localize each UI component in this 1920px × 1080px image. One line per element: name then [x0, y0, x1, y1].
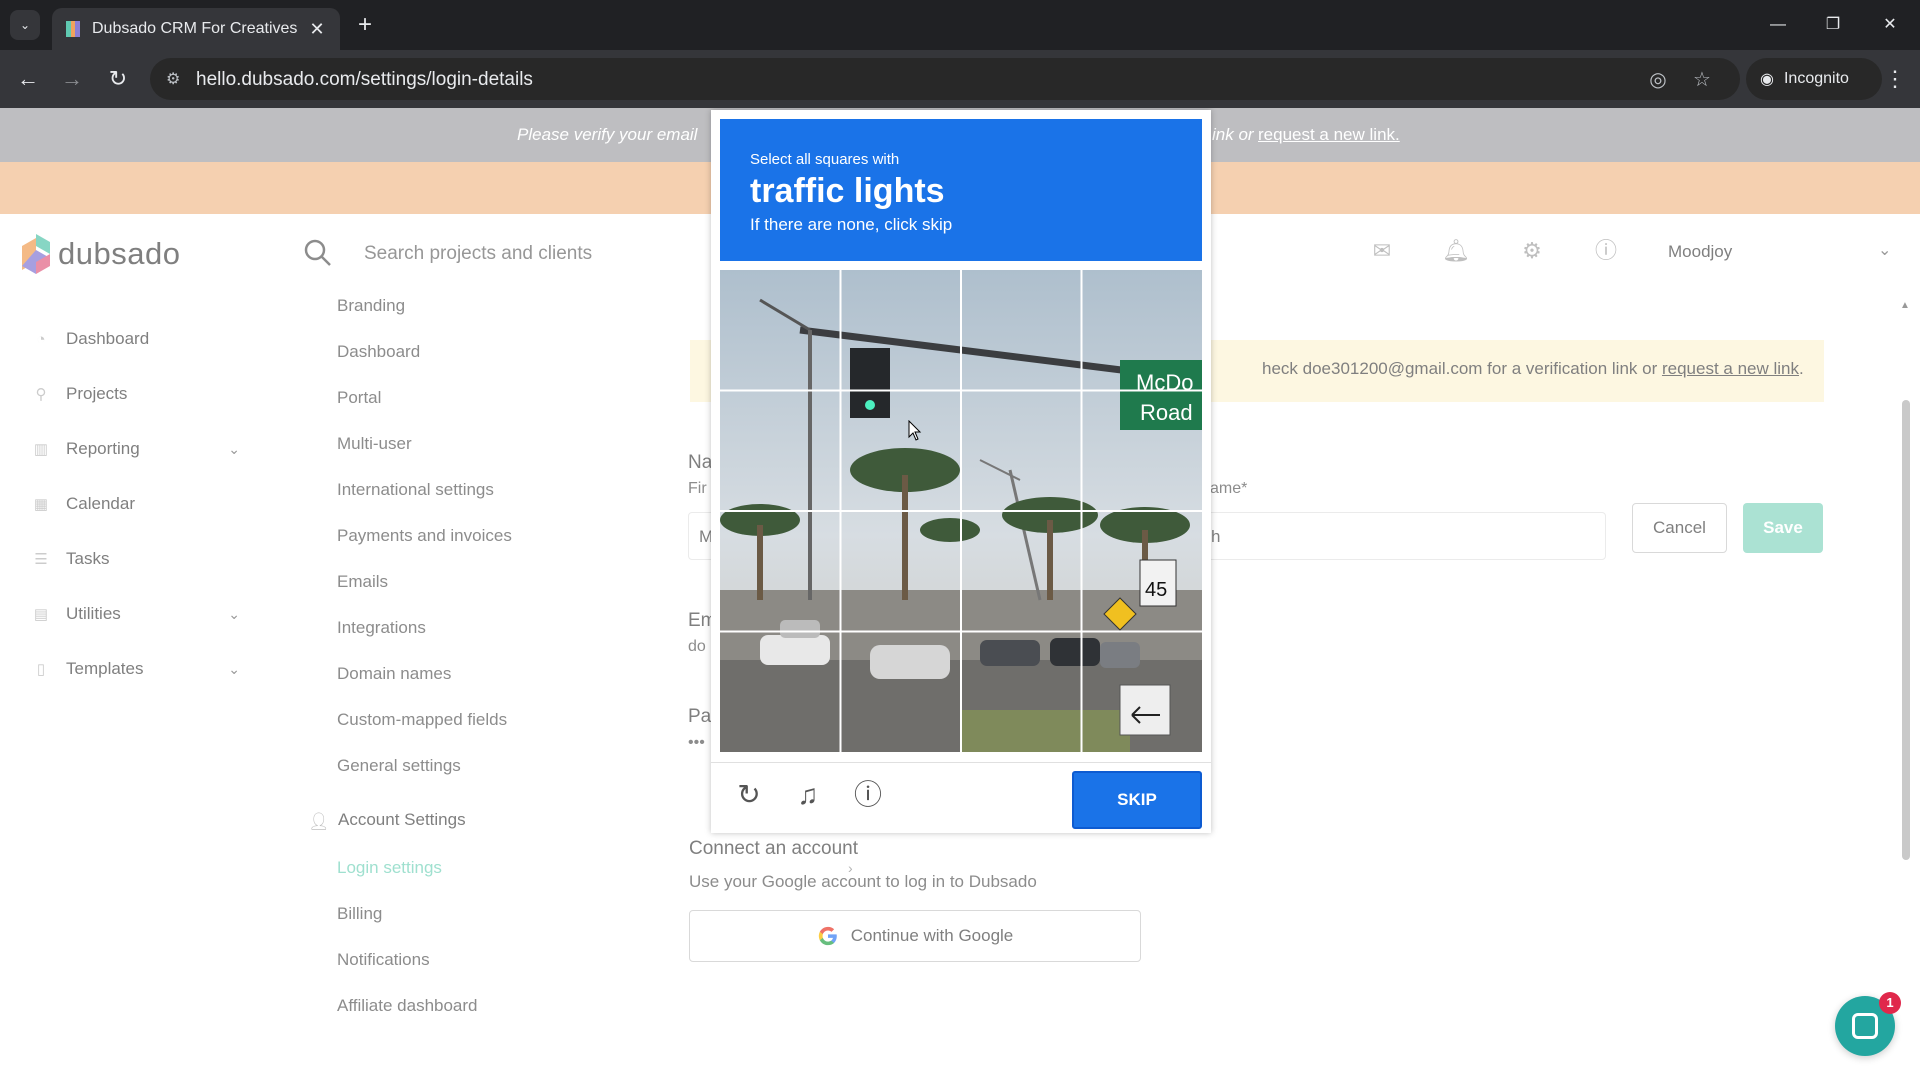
tab-search-button[interactable]: ⌄ — [10, 10, 40, 40]
address-bar[interactable]: ⚙ hello.dubsado.com/settings/login-detai… — [150, 58, 1740, 100]
page-scrollbar[interactable]: ▲ — [1898, 290, 1914, 1080]
close-tab-icon[interactable]: ✕ — [308, 19, 326, 40]
chat-launcher[interactable]: 1 — [1835, 992, 1901, 1056]
incognito-indicator[interactable]: ◉ Incognito — [1746, 58, 1882, 100]
browser-tab[interactable]: Dubsado CRM For Creatives ✕ — [52, 8, 340, 50]
close-window-icon[interactable]: ✕ — [1870, 10, 1910, 40]
captcha-tile[interactable] — [720, 270, 838, 388]
minimize-icon[interactable]: — — [1758, 10, 1798, 40]
back-icon[interactable]: ← — [13, 64, 43, 94]
captcha-grid — [720, 270, 1202, 752]
dubsado-favicon-icon — [66, 21, 81, 37]
captcha-tile[interactable] — [963, 513, 1081, 631]
scroll-up-icon[interactable]: ▲ — [1900, 300, 1910, 311]
captcha-header: Select all squares with traffic lights I… — [720, 119, 1202, 261]
browser-tabbar: ⌄ Dubsado CRM For Creatives ✕ + — ❐ ✕ — [0, 0, 1920, 50]
captcha-tile[interactable] — [720, 634, 838, 752]
incognito-icon: ◉ — [1760, 71, 1774, 88]
captcha-instruction: Select all squares with — [750, 151, 900, 168]
captcha-tile[interactable] — [1084, 270, 1202, 388]
audio-headphones-icon[interactable]: ♫ — [790, 777, 826, 813]
captcha-tile[interactable] — [1084, 513, 1202, 631]
forward-icon[interactable]: → — [57, 64, 87, 94]
scroll-thumb[interactable] — [1902, 400, 1910, 860]
chat-badge: 1 — [1879, 992, 1901, 1014]
incognito-label: Incognito — [1783, 70, 1849, 87]
captcha-tile[interactable] — [841, 513, 959, 631]
new-tab-button[interactable]: + — [352, 12, 378, 38]
site-info-icon[interactable]: ⚙ — [166, 69, 186, 89]
page: Please verify your email ink or request … — [0, 108, 1920, 1080]
mouse-cursor-icon — [908, 420, 922, 441]
browser-toolbar: ← → ↻ ⚙ hello.dubsado.com/settings/login… — [0, 50, 1920, 108]
captcha-tile[interactable] — [1084, 634, 1202, 752]
reload-icon[interactable]: ↻ — [103, 64, 133, 94]
url-text: hello.dubsado.com/settings/login-details — [196, 69, 533, 90]
captcha-tile[interactable] — [841, 270, 959, 388]
captcha-footer: ↻ ♫ ⓘ SKIP — [711, 762, 1211, 833]
info-icon[interactable]: ⓘ — [850, 777, 886, 813]
captcha-tile[interactable] — [720, 513, 838, 631]
captcha-tile[interactable] — [963, 634, 1081, 752]
refresh-icon[interactable]: ↻ — [731, 777, 767, 813]
captcha-challenge: Select all squares with traffic lights I… — [711, 110, 1211, 833]
captcha-hint: If there are none, click skip — [750, 215, 953, 234]
restore-icon[interactable]: ❐ — [1813, 10, 1853, 40]
bookmark-star-icon[interactable]: ☆ — [1690, 68, 1714, 92]
chat-icon — [1852, 1013, 1878, 1039]
tab-title: Dubsado CRM For Creatives — [92, 20, 298, 37]
skip-button[interactable]: SKIP — [1072, 771, 1202, 829]
captcha-tile[interactable] — [841, 391, 959, 509]
captcha-tile[interactable] — [963, 270, 1081, 388]
captcha-tile[interactable] — [720, 391, 838, 509]
captcha-tile[interactable] — [1084, 391, 1202, 509]
captcha-target: traffic lights — [750, 172, 945, 210]
tracking-protection-icon[interactable]: ◎ — [1646, 68, 1670, 92]
captcha-tile[interactable] — [841, 634, 959, 752]
browser-menu-icon[interactable]: ⋮ — [1880, 64, 1910, 94]
captcha-tile[interactable] — [963, 391, 1081, 509]
